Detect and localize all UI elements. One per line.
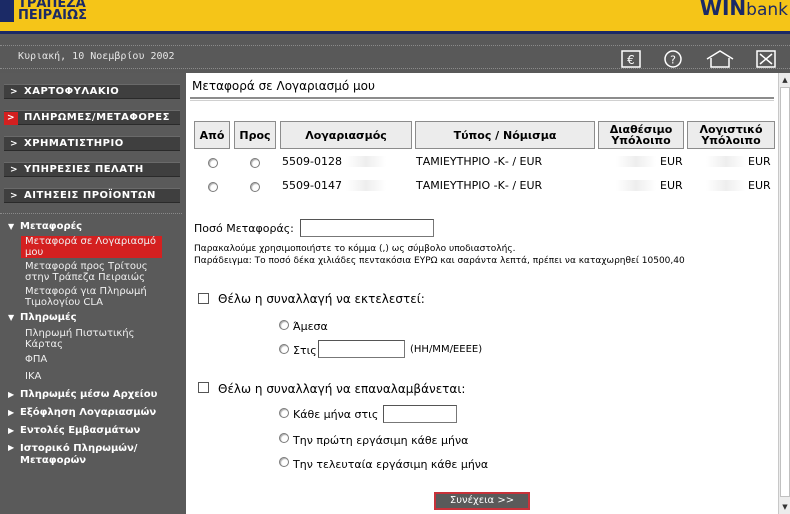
- section-transfers[interactable]: ▼ Μεταφορές: [8, 221, 82, 232]
- account-type: ΤΑΜΙΕΥΤΗΡΙΟ -Κ- / EUR: [416, 179, 543, 192]
- chevron-right-icon: >: [4, 112, 18, 125]
- to-radio-row1[interactable]: [250, 158, 260, 168]
- section-history[interactable]: ▶ Ιστορικό Πληρωμών/Μεταφορών: [8, 443, 158, 467]
- chevron-right-icon: >: [10, 87, 19, 97]
- euro-icon[interactable]: €: [620, 49, 641, 68]
- scroll-up-icon[interactable]: ▲: [780, 75, 790, 85]
- account-type: ΤΑΜΙΕΥΤΗΡΙΟ -Κ- / EUR: [416, 155, 543, 168]
- first-workday-label: Την πρώτη εργάσιμη κάθε μήνα: [293, 434, 469, 447]
- page-title: Μεταφορά σε Λογαριασμό μου: [192, 79, 375, 93]
- every-month-label: Κάθε μήνα στις: [293, 408, 379, 421]
- col-type-currency: Τύπος / Νόμισμα: [415, 121, 595, 149]
- triangle-down-icon: ▼: [8, 222, 15, 231]
- immediately-label: Άμεσα: [293, 320, 328, 333]
- menu-item-label: ΧΑΡΤΟΦΥΛΑΚΙΟ: [24, 86, 120, 97]
- chevron-right-icon: >: [10, 165, 19, 175]
- scroll-down-icon[interactable]: ▼: [780, 502, 790, 512]
- ledger-currency: EUR: [748, 155, 771, 168]
- col-account: Λογαριασμός: [280, 121, 412, 149]
- chevron-right-icon: >: [10, 191, 19, 201]
- menu-item-stock-exchange[interactable]: > ΧΡΗΜΑΤΙΣΤΗΡΙΟ: [4, 136, 180, 151]
- menu-item-label: ΠΛΗΡΩΜΕΣ/ΜΕΤΑΦΟΡΕΣ: [24, 112, 170, 123]
- sidebar-item-transfer-third-party[interactable]: Μεταφορά προς Τρίτους στην Τράπεζα Πειρα…: [25, 261, 165, 283]
- triangle-right-icon: ▶: [8, 408, 15, 417]
- menu-item-label: ΧΡΗΜΑΤΙΣΤΗΡΙΟ: [24, 138, 124, 149]
- on-date-radio[interactable]: [279, 344, 289, 354]
- top-banner: ΤΡΑΠΕΖΑ ΠΕΙΡΑΙΩΣ WINbank: [0, 0, 790, 34]
- section-bill-settlement[interactable]: ▶ Εξόφληση Λογαριασμών: [8, 407, 156, 418]
- repeat-label: Θέλω η συναλλαγή να επαναλαμβάνεται:: [218, 382, 466, 396]
- triangle-right-icon: ▶: [8, 426, 15, 435]
- available-currency: EUR: [660, 155, 683, 168]
- on-date-label: Στις: [293, 344, 317, 357]
- triangle-down-icon: ▼: [8, 313, 15, 322]
- to-radio-row2[interactable]: [250, 182, 260, 192]
- section-remittance-orders[interactable]: ▶ Εντολές Εμβασμάτων: [8, 425, 140, 436]
- scroll-thumb[interactable]: [780, 87, 790, 497]
- menu-item-product-requests[interactable]: > ΑΙΤΗΣΕΙΣ ΠΡΟΪΟΝΤΩΝ: [4, 188, 180, 203]
- sidebar-item-transfer-cla-invoice[interactable]: Μεταφορά για Πληρωμή Τιμολογίου CLA: [25, 286, 165, 308]
- main-panel: Μεταφορά σε Λογαριασμό μου Από Προς Λογα…: [186, 73, 778, 514]
- triangle-right-icon: ▶: [8, 443, 15, 452]
- help-icon[interactable]: ?: [662, 49, 682, 68]
- chevron-right-icon: >: [10, 139, 19, 149]
- account-number: 5509-0128: [282, 155, 342, 168]
- first-workday-radio[interactable]: [279, 433, 289, 443]
- execute-date-input[interactable]: [318, 340, 405, 358]
- every-month-radio[interactable]: [279, 408, 289, 418]
- from-radio-row2[interactable]: [208, 182, 218, 192]
- menu-item-payments-transfers[interactable]: > ΠΛΗΡΩΜΕΣ/ΜΕΤΑΦΟΡΕΣ: [4, 110, 180, 125]
- sidebar-item-ika[interactable]: ΙΚΑ: [25, 371, 165, 382]
- from-radio-row1[interactable]: [208, 158, 218, 168]
- bank-name-line2: ΠΕΙΡΑΙΩΣ: [18, 8, 87, 23]
- last-workday-radio[interactable]: [279, 457, 289, 467]
- last-workday-label: Την τελευταία εργάσιμη κάθε μήνα: [293, 458, 489, 471]
- svg-text:?: ?: [670, 54, 676, 67]
- menu-item-portfolio[interactable]: > ΧΑΡΤΟΦΥΛΑΚΙΟ: [4, 84, 180, 99]
- close-icon[interactable]: [755, 49, 776, 68]
- section-payments[interactable]: ▼ Πληρωμές: [8, 312, 77, 323]
- section-file-payments[interactable]: ▶ Πληρωμές μέσω Αρχείου: [8, 389, 157, 400]
- ledger-currency: EUR: [748, 179, 771, 192]
- menu-item-label: ΥΠΗΡΕΣΙΕΣ ΠΕΛΑΤΗ: [24, 164, 144, 175]
- immediately-radio[interactable]: [279, 320, 289, 330]
- sidebar-item-credit-card-payment[interactable]: Πληρωμή Πιστωτικής Κάρτας: [25, 328, 165, 350]
- amount-label: Ποσό Μεταφοράς:: [194, 222, 294, 235]
- logo-mark-icon: [0, 0, 14, 22]
- menu-item-label: ΑΙΤΗΣΕΙΣ ΠΡΟΪΟΝΤΩΝ: [24, 190, 156, 201]
- account-number: 5509-0147: [282, 179, 342, 192]
- amount-input[interactable]: [300, 219, 434, 237]
- toolbar-bar: Κυριακή, 10 Νοεμβρίου 2002 € ?: [0, 37, 790, 73]
- col-ledger-balance: Λογιστικό Υπόλοιπο: [687, 121, 775, 149]
- col-to: Προς: [234, 121, 276, 149]
- col-from: Από: [194, 121, 230, 149]
- brand-bank: bank: [746, 0, 788, 20]
- sidebar: > ΧΑΡΤΟΦΥΛΑΚΙΟ > ΠΛΗΡΩΜΕΣ/ΜΕΤΑΦΟΡΕΣ > ΧΡΗΜΑ…: [0, 73, 182, 514]
- execute-label: Θέλω η συναλλαγή να εκτελεστεί:: [218, 292, 425, 306]
- winbank-logo: WINbank: [700, 0, 788, 20]
- repeat-checkbox[interactable]: [198, 382, 209, 393]
- home-icon[interactable]: [705, 49, 735, 68]
- vertical-scrollbar[interactable]: ▲ ▼: [778, 73, 790, 514]
- every-month-day-input[interactable]: [383, 405, 457, 423]
- continue-button[interactable]: Συνέχεια >>: [434, 492, 530, 510]
- sidebar-item-transfer-own-account[interactable]: Μεταφορά σε Λογαριασμό μου: [21, 236, 162, 258]
- menu-item-customer-services[interactable]: > ΥΠΗΡΕΣΙΕΣ ΠΕΛΑΤΗ: [4, 162, 180, 177]
- bank-logo: ΤΡΑΠΕΖΑ ΠΕΙΡΑΙΩΣ: [0, 0, 110, 30]
- example-note: Παράδειγμα: Το ποσό δέκα χιλιάδες πεντακ…: [194, 256, 685, 266]
- available-currency: EUR: [660, 179, 683, 192]
- date-format-hint: (ΗΗ/ΜΜ/ΕΕΕΕ): [410, 344, 483, 355]
- execute-checkbox[interactable]: [198, 293, 209, 304]
- svg-text:€: €: [627, 53, 635, 67]
- triangle-right-icon: ▶: [8, 390, 15, 399]
- brand-win: WIN: [699, 0, 747, 20]
- current-date: Κυριακή, 10 Νοεμβρίου 2002: [18, 51, 175, 62]
- sidebar-item-vat[interactable]: ΦΠΑ: [25, 354, 165, 365]
- col-available-balance: Διαθέσιμο Υπόλοιπο: [598, 121, 684, 149]
- comma-note: Παρακαλούμε χρησιμοποιήστε το κόμμα (,) …: [194, 244, 516, 254]
